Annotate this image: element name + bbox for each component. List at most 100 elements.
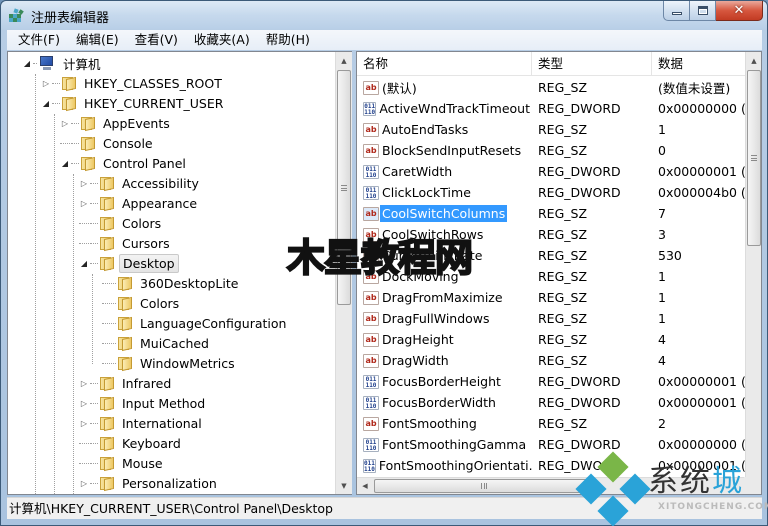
tree-item[interactable]: Console bbox=[60, 133, 156, 153]
watermark-logo-green-diamond bbox=[597, 451, 629, 483]
value-type: REG_SZ bbox=[538, 353, 588, 368]
close-button[interactable]: ✕ bbox=[716, 1, 763, 21]
folder-icon bbox=[117, 336, 133, 352]
scroll-down-arrow-icon[interactable]: ▼ bbox=[336, 477, 352, 494]
expand-arrow-icon[interactable]: ▷ bbox=[79, 199, 89, 208]
collapse-arrow-icon[interactable]: ◢ bbox=[22, 59, 32, 68]
tree-item[interactable]: ▷ AppEvents bbox=[60, 113, 173, 133]
watermark-text-accent: 城 bbox=[712, 464, 744, 499]
value-row[interactable]: ab CoolSwitchColumns REG_SZ 7 bbox=[357, 203, 745, 224]
value-row[interactable]: ab FontSmoothing REG_SZ 2 bbox=[357, 413, 745, 434]
tree-item[interactable]: ▷ Appearance bbox=[79, 193, 200, 213]
collapse-arrow-icon[interactable]: ◢ bbox=[41, 99, 51, 108]
tree-item-label: Infrared bbox=[122, 375, 172, 391]
tree-connector bbox=[33, 62, 37, 64]
menu-favorites[interactable]: 收藏夹(A) bbox=[186, 30, 258, 50]
tree-item-label: WindowMetrics bbox=[140, 355, 235, 371]
expand-arrow-icon[interactable]: ▷ bbox=[79, 419, 89, 428]
tree-item-computer[interactable]: ◢ 计算机 bbox=[22, 53, 104, 73]
value-type: REG_SZ bbox=[538, 80, 588, 95]
menu-view[interactable]: 查看(V) bbox=[127, 30, 186, 50]
menu-file[interactable]: 文件(F) bbox=[10, 30, 68, 50]
menu-help[interactable]: 帮助(H) bbox=[258, 30, 318, 50]
tree-guide-line bbox=[35, 74, 36, 494]
tree-item[interactable]: ▷ International bbox=[79, 413, 205, 433]
value-name: FontSmoothing bbox=[382, 416, 477, 431]
tree-item[interactable]: ◢ HKEY_CURRENT_USER bbox=[41, 93, 226, 113]
watermark-text-main: 系统 bbox=[648, 464, 712, 499]
tree-item[interactable]: ▷ HKEY_CLASSES_ROOT bbox=[41, 73, 225, 93]
value-row[interactable]: 011 110 CaretWidth REG_DWORD 0x00000001 (1 bbox=[357, 161, 745, 182]
column-header-type[interactable]: 类型 bbox=[532, 52, 652, 76]
tree-item[interactable]: ▷ Accessibility bbox=[79, 173, 202, 193]
tree-item[interactable]: ▷ Input Method bbox=[79, 393, 208, 413]
expand-arrow-icon[interactable]: ▷ bbox=[79, 379, 89, 388]
value-row[interactable]: 011 110 FocusBorderWidth REG_DWORD 0x000000… bbox=[357, 392, 745, 413]
column-header-name[interactable]: 名称 bbox=[357, 52, 532, 76]
tree-item[interactable]: LanguageConfiguration bbox=[98, 313, 289, 333]
tree-connector bbox=[71, 142, 79, 144]
dword-value-icon: 011 110 bbox=[363, 164, 379, 179]
tree-item[interactable]: ◢ Desktop bbox=[79, 253, 179, 273]
list-scroll-thumb[interactable] bbox=[747, 70, 761, 246]
value-row[interactable]: ab BlockSendInputResets REG_SZ 0 bbox=[357, 140, 745, 161]
menu-edit[interactable]: 编辑(E) bbox=[68, 30, 127, 50]
expand-arrow-icon[interactable]: ▷ bbox=[79, 179, 89, 188]
value-row[interactable]: ab DragHeight REG_SZ 4 bbox=[357, 329, 745, 350]
value-name-cell: ab DragWidth bbox=[357, 352, 532, 369]
maximize-button[interactable] bbox=[690, 1, 716, 21]
value-name: CaretWidth bbox=[382, 164, 453, 179]
value-row[interactable]: 011 110 FocusBorderHeight REG_DWORD 0x00000… bbox=[357, 371, 745, 392]
value-data: 1 bbox=[658, 122, 666, 137]
value-data: 2 bbox=[658, 416, 666, 431]
scroll-up-arrow-icon[interactable]: ▲ bbox=[746, 52, 761, 69]
list-hscroll-thumb[interactable] bbox=[374, 479, 594, 493]
scroll-left-arrow-icon[interactable]: ◀ bbox=[357, 478, 373, 494]
tree-connector bbox=[60, 142, 70, 144]
tree-item[interactable]: 360DesktopLite bbox=[98, 273, 241, 293]
tree-item[interactable]: ◢ Control Panel bbox=[60, 153, 189, 173]
scroll-up-arrow-icon[interactable]: ▲ bbox=[336, 52, 352, 69]
value-data: 0x00000001 (1 bbox=[658, 164, 745, 179]
value-data: 0x00000000 (0 bbox=[658, 101, 745, 116]
expand-arrow-icon[interactable]: ▷ bbox=[41, 79, 51, 88]
watermark-logo-blue-diamond bbox=[575, 473, 607, 505]
tree-item[interactable]: Colors bbox=[79, 213, 164, 233]
tree-item[interactable]: Keyboard bbox=[79, 433, 184, 453]
title-bar[interactable]: 注册表编辑器 ✕ bbox=[1, 1, 767, 29]
tree-item[interactable]: Cursors bbox=[79, 233, 173, 253]
dword-value-icon: 011 110 bbox=[363, 185, 379, 200]
tree-item[interactable]: ▷ Infrared bbox=[79, 373, 174, 393]
value-data: 4 bbox=[658, 353, 666, 368]
value-row[interactable]: ab DragWidth REG_SZ 4 bbox=[357, 350, 745, 371]
folder-icon bbox=[99, 216, 115, 232]
value-row[interactable]: 011 110 ClickLockTime REG_DWORD 0x000004b0 … bbox=[357, 182, 745, 203]
list-vertical-scrollbar[interactable]: ▲ bbox=[745, 52, 761, 477]
minimize-button[interactable] bbox=[663, 1, 690, 21]
value-row[interactable]: ab DragFromMaximize REG_SZ 1 bbox=[357, 287, 745, 308]
value-row[interactable]: ab (默认) REG_SZ (数值未设置) bbox=[357, 77, 745, 98]
tree-item[interactable]: WindowMetrics bbox=[98, 353, 238, 373]
value-name: DragWidth bbox=[382, 353, 449, 368]
tree-item[interactable]: Mouse bbox=[79, 453, 166, 473]
collapse-arrow-icon[interactable]: ◢ bbox=[60, 159, 70, 168]
grip-icon bbox=[481, 483, 487, 489]
tree-item-label: Console bbox=[103, 135, 153, 151]
string-value-icon: ab bbox=[363, 290, 379, 305]
value-type: REG_SZ bbox=[538, 290, 588, 305]
collapse-arrow-icon[interactable]: ◢ bbox=[79, 259, 89, 268]
expand-arrow-icon[interactable]: ▷ bbox=[79, 399, 89, 408]
value-row[interactable]: ab AutoEndTasks REG_SZ 1 bbox=[357, 119, 745, 140]
column-header-data[interactable]: 数据 bbox=[652, 52, 745, 76]
value-row[interactable]: ab DragFullWindows REG_SZ 1 bbox=[357, 308, 745, 329]
tree-connector bbox=[90, 422, 98, 424]
tree-item[interactable]: Colors bbox=[98, 293, 182, 313]
expand-arrow-icon[interactable]: ▷ bbox=[79, 479, 89, 488]
tree-connector bbox=[90, 202, 98, 204]
expand-arrow-icon[interactable]: ▷ bbox=[60, 119, 70, 128]
folder-icon bbox=[117, 356, 133, 372]
tree-item[interactable]: MuiCached bbox=[98, 333, 212, 353]
value-type: REG_DWORD bbox=[538, 437, 621, 452]
tree-item[interactable]: ▷ Personalization bbox=[79, 473, 220, 493]
value-row[interactable]: 011 110 ActiveWndTrackTimeout REG_DWORD 0x0… bbox=[357, 98, 745, 119]
